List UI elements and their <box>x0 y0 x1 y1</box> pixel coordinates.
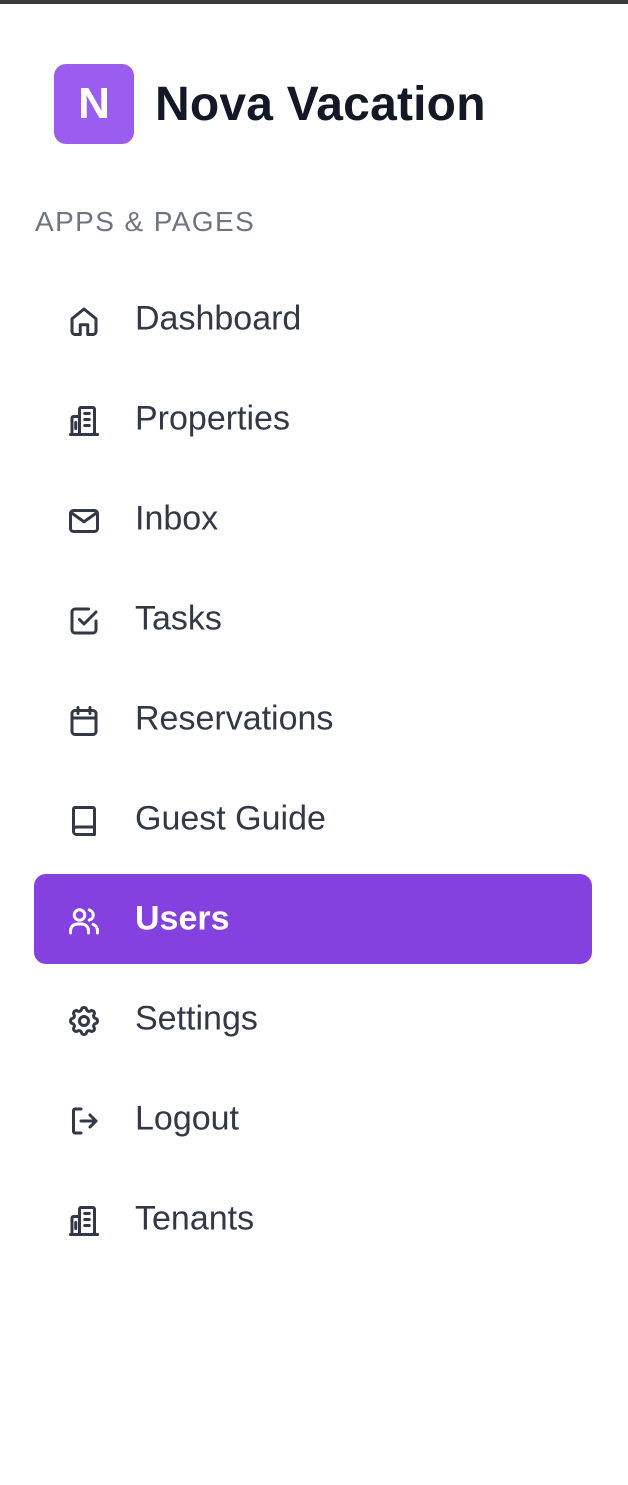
brand-logo: N <box>54 64 134 144</box>
sidebar-item-label: Settings <box>135 999 258 1038</box>
calendar-icon <box>66 703 102 739</box>
sidebar-item-label: Dashboard <box>135 299 302 338</box>
sidebar-nav: Dashboard Properties Inbox Tasks Reserva <box>34 274 592 1274</box>
sidebar-item-inbox[interactable]: Inbox <box>34 474 592 564</box>
sidebar-item-label: Inbox <box>135 499 219 538</box>
building-icon <box>66 403 102 439</box>
brand-name: Nova Vacation <box>155 77 486 131</box>
sidebar-item-label: Users <box>135 899 230 938</box>
gear-icon <box>66 1003 102 1039</box>
sidebar: N Nova Vacation APPS & PAGES Dashboard P… <box>0 4 628 1485</box>
sidebar-item-reservations[interactable]: Reservations <box>34 674 592 764</box>
sidebar-item-label: Properties <box>135 399 290 438</box>
book-icon <box>66 803 102 839</box>
sidebar-item-label: Reservations <box>135 699 334 738</box>
sidebar-item-dashboard[interactable]: Dashboard <box>34 274 592 364</box>
section-label: APPS & PAGES <box>35 206 256 237</box>
sidebar-item-tenants[interactable]: Tenants <box>34 1174 592 1264</box>
sidebar-item-logout[interactable]: Logout <box>34 1074 592 1164</box>
mail-icon <box>66 503 102 539</box>
sidebar-item-settings[interactable]: Settings <box>34 974 592 1064</box>
checkbox-icon <box>66 603 102 639</box>
sidebar-item-users[interactable]: Users <box>34 874 592 964</box>
sidebar-item-label: Guest Guide <box>135 799 326 838</box>
sidebar-item-label: Tenants <box>135 1199 255 1238</box>
users-icon <box>66 903 102 939</box>
sidebar-item-properties[interactable]: Properties <box>34 374 592 464</box>
sidebar-item-guest-guide[interactable]: Guest Guide <box>34 774 592 864</box>
building-icon <box>66 1203 102 1239</box>
sidebar-item-label: Logout <box>135 1099 239 1138</box>
sidebar-item-tasks[interactable]: Tasks <box>34 574 592 664</box>
logout-icon <box>66 1103 102 1139</box>
home-icon <box>66 303 102 339</box>
brand[interactable]: N Nova Vacation <box>54 64 486 144</box>
sidebar-item-label: Tasks <box>135 599 222 638</box>
